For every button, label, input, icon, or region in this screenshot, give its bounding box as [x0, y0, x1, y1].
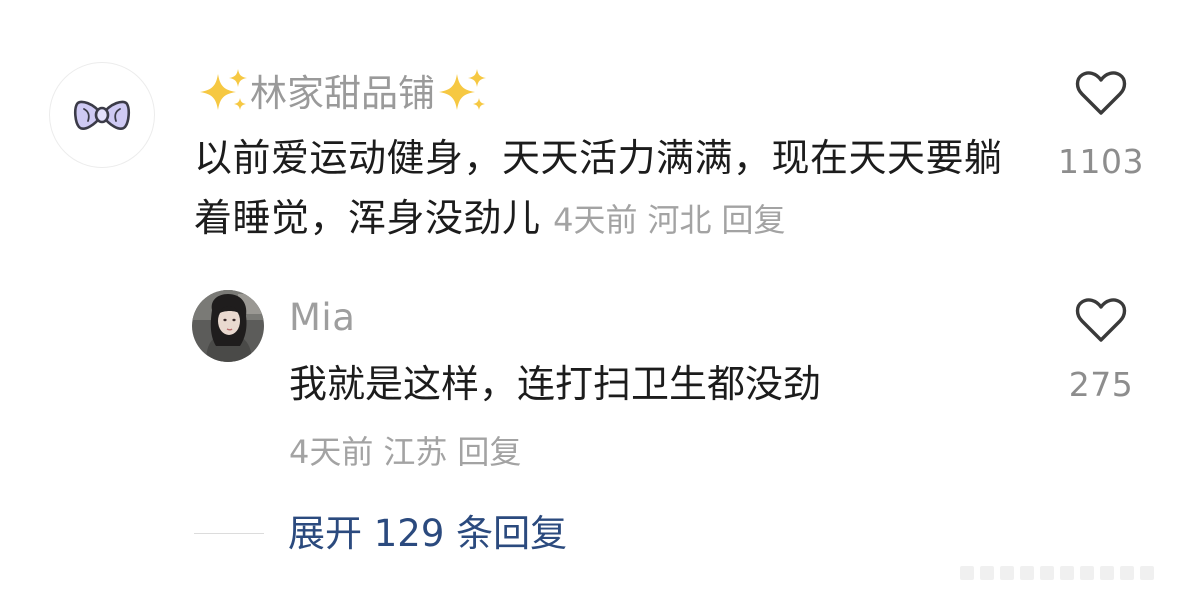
reply-button[interactable]: 回复 — [457, 433, 521, 471]
like-button[interactable]: 275 — [1041, 297, 1161, 404]
comment-meta: 4天前 江苏 回复 — [289, 430, 531, 474]
bow-icon — [73, 100, 131, 130]
reply-button[interactable]: 回复 — [722, 201, 786, 239]
comment-location: 江苏 — [383, 433, 448, 471]
like-button[interactable]: 1103 — [1041, 70, 1161, 181]
username[interactable]: Mia — [289, 296, 355, 339]
comment-body[interactable]: 以前爱运动健身，天天活力满满，现在天天要躺着睡觉，浑身没劲儿 4天前 河北 回复 — [194, 128, 1024, 250]
avatar-photo — [192, 290, 264, 362]
like-count: 1103 — [1058, 142, 1144, 181]
comment-time: 4天前 — [289, 433, 374, 471]
comment-meta: 4天前 河北 回复 — [553, 201, 795, 239]
heart-outline-icon — [1075, 71, 1127, 115]
watermark — [960, 566, 1154, 580]
username[interactable]: 林家甜品铺 — [196, 64, 489, 116]
avatar[interactable] — [49, 62, 155, 168]
avatar[interactable] — [192, 290, 264, 362]
comment-time: 4天前 — [553, 201, 638, 239]
username-text: 林家甜品铺 — [250, 72, 435, 115]
like-count: 275 — [1068, 365, 1134, 404]
comment-location: 河北 — [647, 201, 712, 239]
divider — [194, 533, 264, 534]
heart-outline-icon — [1075, 298, 1127, 342]
expand-replies-button[interactable]: 展开 129 条回复 — [288, 511, 567, 557]
sparkles-icon — [200, 69, 247, 110]
comment-section: 林家甜品铺 以前爱运动健身，天天活力满满，现在天天要躺着睡觉，浑身没劲儿 4天前… — [0, 0, 1179, 599]
reply-text[interactable]: 我就是这样，连打扫卫生都没劲 — [289, 356, 821, 412]
sparkles-icon — [439, 69, 486, 110]
